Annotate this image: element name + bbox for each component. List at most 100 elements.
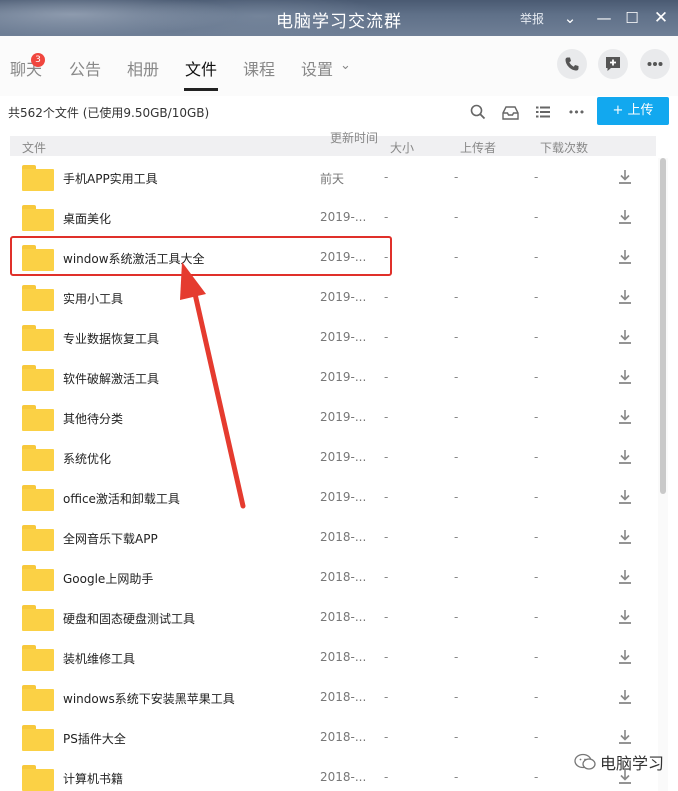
- folder-icon: [22, 285, 54, 311]
- download-icon[interactable]: [617, 329, 633, 345]
- search-icon[interactable]: [468, 102, 488, 122]
- download-icon[interactable]: [617, 369, 633, 385]
- tab-courses[interactable]: 课程: [243, 56, 275, 80]
- more-actions-icon[interactable]: •••: [566, 102, 586, 122]
- file-list-header: 文件 更新时间 大小 上传者 下载次数: [10, 131, 656, 156]
- file-row[interactable]: Google上网助手 2018-... - - -: [0, 558, 650, 598]
- wechat-icon: [574, 753, 596, 770]
- column-file[interactable]: 文件: [22, 139, 46, 156]
- scrollbar[interactable]: [658, 158, 668, 791]
- folder-icon: [22, 365, 54, 391]
- column-updated[interactable]: 更新时间: [330, 129, 378, 146]
- more-options-button[interactable]: [640, 49, 670, 79]
- file-uploader: -: [454, 410, 459, 424]
- file-download-count: -: [534, 490, 539, 504]
- tab-album[interactable]: 相册: [127, 56, 159, 80]
- download-icon[interactable]: [617, 689, 633, 705]
- file-size: -: [384, 690, 389, 704]
- minimize-button[interactable]: —: [594, 8, 614, 28]
- file-updated: 2018-...: [320, 610, 367, 624]
- file-uploader: -: [454, 650, 459, 664]
- file-row[interactable]: 全网音乐下载APP 2018-... - - -: [0, 518, 650, 558]
- tab-files[interactable]: 文件: [185, 56, 217, 80]
- folder-icon: [22, 605, 54, 631]
- file-row[interactable]: 实用小工具 2019-... - - -: [0, 278, 650, 318]
- file-uploader: -: [454, 490, 459, 504]
- download-icon[interactable]: [617, 249, 633, 265]
- download-icon[interactable]: [617, 569, 633, 585]
- file-row[interactable]: 软件破解激活工具 2019-... - - -: [0, 358, 650, 398]
- active-tab-indicator: [184, 88, 218, 91]
- file-row[interactable]: 硬盘和固态硬盘测试工具 2018-... - - -: [0, 598, 650, 638]
- file-uploader: -: [454, 250, 459, 264]
- download-icon[interactable]: [617, 609, 633, 625]
- folder-icon: [22, 565, 54, 591]
- file-row[interactable]: 手机APP实用工具 前天 - - -: [0, 158, 650, 198]
- phone-call-button[interactable]: [557, 49, 587, 79]
- download-icon[interactable]: [617, 209, 633, 225]
- file-row[interactable]: 系统优化 2019-... - - -: [0, 438, 650, 478]
- file-uploader: -: [454, 330, 459, 344]
- close-button[interactable]: ✕: [651, 8, 671, 28]
- download-icon[interactable]: [617, 169, 633, 185]
- file-row[interactable]: PS插件大全 2018-... - - -: [0, 718, 650, 758]
- tab-settings[interactable]: 设置: [301, 56, 333, 80]
- file-name: PS插件大全: [63, 732, 126, 746]
- add-message-icon: [606, 57, 620, 71]
- download-icon[interactable]: [617, 649, 633, 665]
- file-download-count: -: [534, 210, 539, 224]
- file-uploader: -: [454, 730, 459, 744]
- file-row[interactable]: 专业数据恢复工具 2019-... - - -: [0, 318, 650, 358]
- file-row[interactable]: office激活和卸载工具 2019-... - - -: [0, 478, 650, 518]
- file-info-bar: 共562个文件 (已使用9.50GB/10GB) ••• + 上传: [0, 96, 678, 128]
- column-size[interactable]: 大小: [390, 139, 414, 156]
- column-downloads[interactable]: 下载次数: [540, 139, 588, 156]
- file-size: -: [384, 530, 389, 544]
- column-uploader[interactable]: 上传者: [460, 139, 496, 156]
- scrollbar-thumb[interactable]: [660, 158, 666, 494]
- watermark-text: 电脑学习: [600, 754, 665, 773]
- file-size: -: [384, 410, 389, 424]
- file-updated: 2018-...: [320, 570, 367, 584]
- list-view-icon[interactable]: [533, 102, 553, 122]
- file-updated: 2018-...: [320, 690, 367, 704]
- download-icon[interactable]: [617, 529, 633, 545]
- file-name: 计算机书籍: [63, 772, 124, 786]
- download-icon[interactable]: [617, 449, 633, 465]
- maximize-button[interactable]: ☐: [622, 8, 642, 28]
- file-name: 实用小工具: [63, 292, 124, 306]
- file-size: -: [384, 370, 389, 384]
- chevron-down-icon[interactable]: ⌄: [560, 8, 580, 28]
- file-updated: 2019-...: [320, 290, 367, 304]
- folder-icon: [22, 765, 54, 791]
- upload-button[interactable]: + 上传: [597, 97, 669, 125]
- download-icon[interactable]: [617, 409, 633, 425]
- inbox-icon[interactable]: [500, 102, 520, 122]
- file-size: -: [384, 730, 389, 744]
- folder-icon: [22, 685, 54, 711]
- file-download-count: -: [534, 570, 539, 584]
- settings-chevron-icon[interactable]: ⌄: [340, 58, 351, 73]
- file-row[interactable]: windows系统下安装黑苹果工具 2018-... - - -: [0, 678, 650, 718]
- file-uploader: -: [454, 690, 459, 704]
- file-row[interactable]: 装机维修工具 2018-... - - -: [0, 638, 650, 678]
- download-icon[interactable]: [617, 289, 633, 305]
- report-link[interactable]: 举报: [520, 10, 544, 27]
- file-uploader: -: [454, 570, 459, 584]
- new-chat-button[interactable]: [598, 49, 628, 79]
- download-icon[interactable]: [617, 729, 633, 745]
- file-updated: 2018-...: [320, 770, 367, 784]
- file-size: -: [384, 330, 389, 344]
- file-row[interactable]: 其他待分类 2019-... - - -: [0, 398, 650, 438]
- file-download-count: -: [534, 690, 539, 704]
- folder-icon: [22, 485, 54, 511]
- file-row[interactable]: 计算机书籍 2018-... - - -: [0, 758, 650, 791]
- tab-bar: 聊天 3 公告 相册 文件 课程 设置 ⌄: [0, 36, 678, 96]
- download-icon[interactable]: [617, 489, 633, 505]
- title-bar: 电脑学习交流群 举报 ⌄ — ☐ ✕: [0, 0, 678, 36]
- file-name: 桌面美化: [63, 212, 112, 226]
- file-row[interactable]: 桌面美化 2019-... - - -: [0, 198, 650, 238]
- file-updated: 2019-...: [320, 490, 367, 504]
- tab-announcement[interactable]: 公告: [69, 56, 101, 80]
- file-updated: 2019-...: [320, 410, 367, 424]
